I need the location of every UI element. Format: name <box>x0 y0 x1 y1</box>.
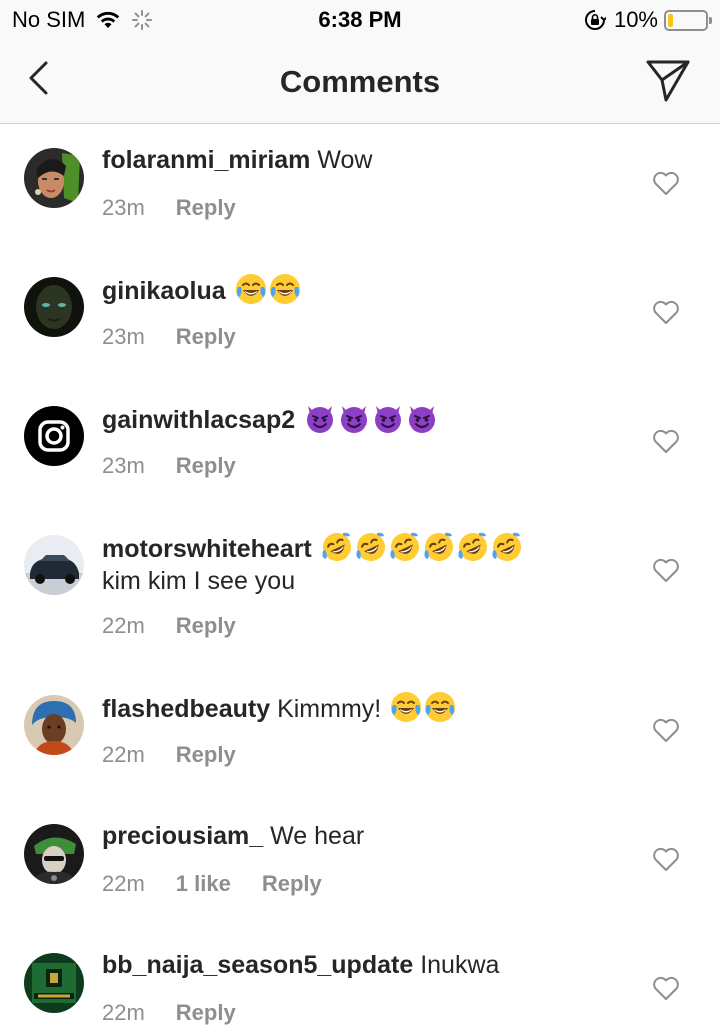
avatar[interactable] <box>24 953 84 1013</box>
comment-time: 23m <box>102 453 145 478</box>
page-title: Comments <box>279 64 441 99</box>
tears-of-joy-emoji-icon <box>391 692 422 722</box>
smiling-devil-emoji-icon <box>375 406 402 433</box>
tears-of-joy-emoji-icon <box>235 274 266 304</box>
comment-meta: 22m Reply <box>102 1000 267 1026</box>
rofl-emoji-icon <box>424 532 453 561</box>
smiling-devil-emoji-icon <box>307 406 334 433</box>
smiling-devil-emoji-icon <box>341 406 368 433</box>
rofl-emoji-icon <box>356 532 385 561</box>
reply-button[interactable]: Reply <box>262 871 322 897</box>
comment-meta: 22m Reply <box>102 613 267 639</box>
heart-icon[interactable] <box>652 846 680 872</box>
comment-row: bb_naija_season5_update Inukwa 22m Reply <box>0 929 720 1029</box>
comment-row: ginikaolua 23m Reply <box>0 253 720 382</box>
comment-meta: 23m Reply <box>102 453 267 479</box>
heart-icon[interactable] <box>652 975 680 1001</box>
smiling-devil-emoji-icon <box>409 406 436 433</box>
reply-button[interactable]: Reply <box>176 613 236 639</box>
comment-time: 23m <box>102 324 145 349</box>
comment-text: Wow <box>317 146 373 174</box>
comments-header: Comments <box>0 40 720 124</box>
status-right: 10% <box>584 7 712 33</box>
comment-time: 23m <box>102 195 145 220</box>
comment-text: We hear <box>270 822 365 850</box>
comment-time: 22m <box>102 742 145 767</box>
reply-button[interactable]: Reply <box>176 453 236 479</box>
direct-send-icon[interactable] <box>644 56 692 104</box>
comment-body: motorswhiteheart <box>102 531 624 565</box>
comment-username[interactable]: folaranmi_miriam <box>102 146 310 174</box>
avatar[interactable] <box>24 406 84 466</box>
rofl-emoji-icon <box>390 532 419 561</box>
comment-username[interactable]: ginikaolua <box>102 277 226 305</box>
comment-username[interactable]: bb_naija_season5_update <box>102 951 413 979</box>
comment-username[interactable]: motorswhiteheart <box>102 535 312 563</box>
comment-list: folaranmi_miriam Wow 23m Reply ginikaolu… <box>0 124 720 1029</box>
comment-body: preciousiam_ We hear <box>102 820 624 852</box>
comment-body: bb_naija_season5_update Inukwa <box>102 949 624 981</box>
avatar[interactable] <box>24 277 84 337</box>
reply-button[interactable]: Reply <box>176 1000 236 1026</box>
battery-icon <box>664 9 712 31</box>
avatar[interactable] <box>24 535 84 595</box>
comment-row: preciousiam_ We hear 22m 1 like Reply <box>0 800 720 929</box>
reply-button[interactable]: Reply <box>176 324 236 350</box>
comment-body: folaranmi_miriam Wow <box>102 144 624 176</box>
comment-meta: 22m Reply <box>102 742 267 768</box>
heart-icon[interactable] <box>652 428 680 454</box>
status-bar: No SIM 6:38 PM 10% <box>0 0 720 40</box>
heart-icon[interactable] <box>652 717 680 743</box>
heart-icon[interactable] <box>652 299 680 325</box>
comment-body: flashedbeauty Kimmmy! <box>102 691 624 725</box>
comment-meta: 23m Reply <box>102 195 267 221</box>
comment-time: 22m <box>102 1000 145 1025</box>
comment-time: 22m <box>102 613 145 638</box>
comment-row: folaranmi_miriam Wow 23m Reply <box>0 124 720 253</box>
avatar[interactable] <box>24 695 84 755</box>
comment-time: 22m <box>102 871 145 896</box>
comment-text: Kimmmy! <box>277 695 382 723</box>
rofl-emoji-icon <box>458 532 487 561</box>
heart-icon[interactable] <box>652 170 680 196</box>
comment-username[interactable]: gainwithlacsap2 <box>102 406 295 434</box>
reply-button[interactable]: Reply <box>176 742 236 768</box>
comment-username[interactable]: preciousiam_ <box>102 822 263 850</box>
heart-icon[interactable] <box>652 557 680 583</box>
comment-body: gainwithlacsap2 <box>102 402 624 436</box>
comment-meta: 22m 1 like Reply <box>102 871 353 897</box>
rofl-emoji-icon <box>322 532 351 561</box>
comment-text-line2: kim kim I see you <box>102 567 296 595</box>
reply-button[interactable]: Reply <box>176 195 236 221</box>
tears-of-joy-emoji-icon <box>425 692 456 722</box>
comment-text: Inukwa <box>420 951 500 979</box>
avatar[interactable] <box>24 824 84 884</box>
comment-body: ginikaolua <box>102 273 624 307</box>
comment-row: flashedbeauty Kimmmy! 22m Reply <box>0 671 720 800</box>
orientation-lock-icon <box>584 10 606 30</box>
battery-percent: 10% <box>613 7 658 32</box>
comment-username[interactable]: flashedbeauty <box>102 695 270 723</box>
comment-row: motorswhiteheart kim kim I see you 22m R… <box>0 511 720 671</box>
avatar[interactable] <box>24 148 84 208</box>
like-count-button[interactable]: 1 like <box>176 871 231 897</box>
rofl-emoji-icon <box>492 532 521 561</box>
tears-of-joy-emoji-icon <box>269 274 300 304</box>
comment-row: gainwithlacsap2 23m Reply <box>0 382 720 511</box>
comment-meta: 23m Reply <box>102 324 267 350</box>
